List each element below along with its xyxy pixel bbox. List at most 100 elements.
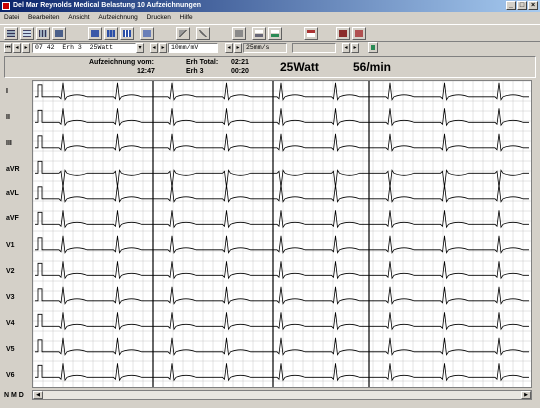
prev-button[interactable]: ◂ bbox=[13, 43, 21, 53]
next-button[interactable]: ▸ bbox=[22, 43, 30, 53]
maximize-button[interactable]: □ bbox=[517, 1, 527, 10]
title-bar: Del Mar Reynolds Medical Belastung 10 Au… bbox=[0, 0, 540, 12]
time-value: 07 42 bbox=[35, 44, 55, 51]
heart-rate-value: 56/min bbox=[353, 60, 392, 74]
record-label: Aufzeichnung vom: bbox=[89, 59, 154, 66]
exit-button[interactable] bbox=[352, 27, 366, 40]
load-value: 25Watt bbox=[89, 44, 114, 51]
ecg-trace bbox=[35, 184, 529, 203]
marker-button[interactable] bbox=[232, 27, 246, 40]
menu-hilfe[interactable]: Hilfe bbox=[180, 14, 193, 21]
filter-next-button[interactable]: ▸ bbox=[351, 43, 359, 53]
lead-label: aVL bbox=[6, 190, 19, 197]
export-button[interactable] bbox=[336, 27, 350, 40]
erh-total-label: Erh Total: bbox=[186, 59, 219, 66]
lead-label: aVR bbox=[6, 166, 20, 173]
window-title: Del Mar Reynolds Medical Belastung 10 Au… bbox=[13, 2, 201, 9]
ecg-view-button[interactable] bbox=[4, 27, 18, 40]
ecg-grid bbox=[32, 80, 531, 387]
trend-button[interactable] bbox=[36, 27, 50, 40]
ecg-trace bbox=[35, 337, 529, 356]
lead-label: V2 bbox=[6, 268, 15, 275]
gain-field[interactable]: 10mm/mV bbox=[168, 43, 218, 53]
gain-prev-button[interactable]: ◂ bbox=[150, 43, 158, 53]
lead-label: V1 bbox=[6, 242, 15, 249]
menu-drucken[interactable]: Drucken bbox=[147, 14, 171, 21]
print-preview-button[interactable] bbox=[268, 27, 282, 40]
time-stage-field[interactable]: 07 42 Erh 3 25Watt bbox=[32, 43, 136, 53]
lead-label: III bbox=[6, 140, 12, 147]
minimize-button[interactable]: _ bbox=[506, 1, 516, 10]
horizontal-scrollbar[interactable]: ◀ ▶ bbox=[32, 390, 532, 400]
trend-icon bbox=[39, 30, 47, 37]
close-button[interactable]: × bbox=[528, 1, 538, 10]
ecg-graph bbox=[32, 80, 531, 387]
export-icon bbox=[339, 30, 347, 37]
calendar-icon bbox=[307, 30, 315, 37]
ecg-trace bbox=[35, 133, 529, 152]
chart-icon bbox=[107, 30, 115, 37]
measure-button[interactable] bbox=[196, 27, 210, 40]
summary-button[interactable] bbox=[52, 27, 66, 40]
menu-ansicht[interactable]: Ansicht bbox=[68, 14, 89, 21]
chart-button[interactable] bbox=[104, 27, 118, 40]
ecg-list-button[interactable] bbox=[20, 27, 34, 40]
lead-label: V5 bbox=[6, 346, 15, 353]
refresh-button[interactable] bbox=[368, 42, 378, 53]
ecg-trace bbox=[35, 235, 529, 254]
lead-label: I bbox=[6, 88, 8, 95]
speed-field[interactable]: 25mm/s bbox=[243, 43, 287, 53]
filter-prev-button[interactable]: ◂ bbox=[342, 43, 350, 53]
menu-aufzeichnung[interactable]: Aufzeichnung bbox=[98, 14, 137, 21]
menu-bearbeiten[interactable]: Bearbeiten bbox=[28, 14, 59, 21]
first-button[interactable]: ⏮ bbox=[4, 43, 12, 53]
preview-icon bbox=[271, 30, 279, 37]
load-dropdown-button[interactable]: ▾ bbox=[136, 43, 144, 53]
door-icon bbox=[355, 30, 363, 37]
gain-next-button[interactable]: ▸ bbox=[159, 43, 167, 53]
ecg-trace bbox=[35, 82, 529, 101]
erh-label: Erh 3 bbox=[186, 68, 204, 75]
report-icon bbox=[91, 30, 99, 37]
erh-value: 00:20 bbox=[231, 68, 249, 75]
nmd-label: N M D bbox=[4, 392, 24, 399]
zoom-in-button[interactable] bbox=[176, 27, 190, 40]
scroll-left-button[interactable]: ◀ bbox=[33, 391, 43, 399]
lead-label: V6 bbox=[6, 372, 15, 379]
settings-button[interactable] bbox=[304, 27, 318, 40]
refresh-icon bbox=[371, 45, 375, 50]
ecg-trace bbox=[35, 363, 529, 382]
ecg-trace bbox=[35, 160, 529, 188]
watt-value: 25Watt bbox=[280, 60, 319, 74]
speed-prev-button[interactable]: ◂ bbox=[225, 43, 233, 53]
ecg-panel[interactable] bbox=[32, 80, 532, 388]
ecg-trace bbox=[35, 286, 529, 305]
caliper-icon bbox=[199, 30, 207, 37]
lead-label: II bbox=[6, 114, 10, 121]
save-button[interactable] bbox=[140, 27, 154, 40]
lead-label: aVF bbox=[6, 215, 19, 222]
lead-label: V3 bbox=[6, 294, 15, 301]
stage-value: Erh 3 bbox=[62, 44, 82, 51]
table-button[interactable] bbox=[120, 27, 134, 40]
lead-label: V4 bbox=[6, 320, 15, 327]
magnifier-icon bbox=[179, 30, 187, 37]
app-icon bbox=[2, 2, 10, 10]
disk-icon bbox=[143, 30, 151, 37]
ecg-trace bbox=[35, 261, 529, 280]
summary-icon bbox=[55, 30, 63, 37]
control-bar: ⏮ ◂ ▸ 07 42 Erh 3 25Watt ▾ ◂ ▸ 10mm/mV ◂… bbox=[0, 42, 540, 55]
menu-bar: Datei Bearbeiten Ansicht Aufzeichnung Dr… bbox=[0, 12, 540, 23]
speed-next-button[interactable]: ▸ bbox=[234, 43, 242, 53]
print-button[interactable] bbox=[252, 27, 266, 40]
empty-field bbox=[292, 43, 336, 53]
menu-datei[interactable]: Datei bbox=[4, 14, 19, 21]
ecg-trace bbox=[35, 210, 529, 229]
toolbar bbox=[0, 24, 540, 42]
report-button[interactable] bbox=[88, 27, 102, 40]
printer-icon bbox=[255, 30, 263, 37]
record-time: 12:47 bbox=[137, 68, 155, 75]
ecg-list-icon bbox=[23, 30, 31, 37]
marker-icon bbox=[235, 30, 243, 37]
scroll-right-button[interactable]: ▶ bbox=[521, 391, 531, 399]
